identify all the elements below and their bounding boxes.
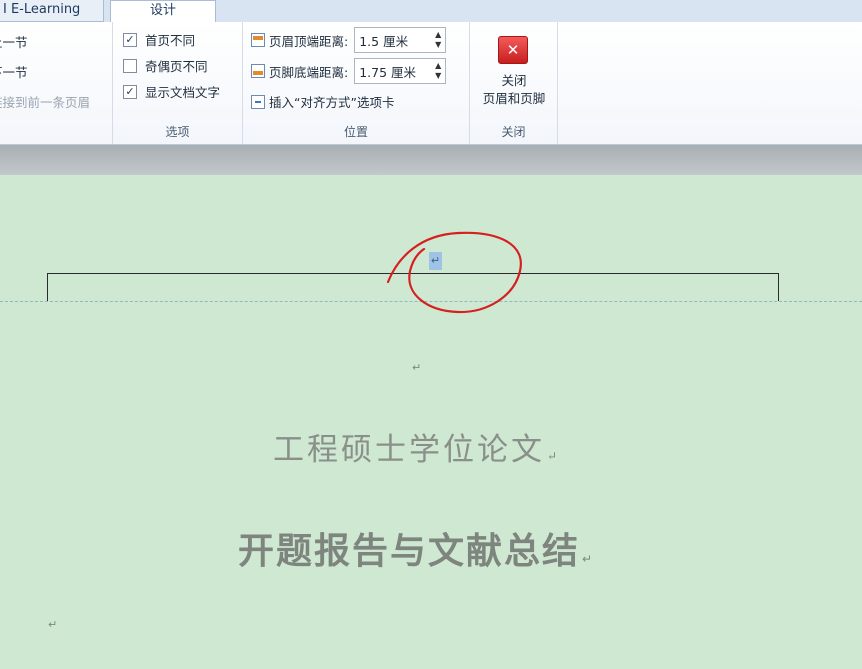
paragraph-mark: ↵	[48, 618, 58, 631]
ruler-band	[0, 145, 862, 175]
checkbox-unchecked-icon	[123, 58, 137, 73]
options-group: ✓ 首页不同 奇偶页不同 ✓ 显示文档文字 选项	[113, 22, 243, 144]
paragraph-mark: ↵	[581, 552, 593, 566]
footer-distance-input[interactable]: 1.75 厘米 ▲ ▼	[354, 58, 447, 84]
options-group-label: 选项	[165, 125, 190, 139]
header-distance-label: 页眉顶端距离:	[269, 33, 349, 49]
document-page[interactable]: ↵ ↵ 工程硕士学位论文 ↵ 开题报告与文献总结 ↵ ↵	[0, 175, 862, 669]
checkbox-checked-icon: ✓	[123, 84, 137, 99]
next-section-button[interactable]: 下一节	[0, 62, 28, 81]
position-group: 页眉顶端距离: 1.5 厘米 ▲ ▼ 页脚底端距离: 1.75 厘米 ▲ ▼ 插入“…	[243, 22, 470, 144]
close-group-label: 关闭	[501, 125, 526, 139]
footer-distance-row: 页脚底端距离: 1.75 厘米 ▲ ▼	[251, 58, 447, 84]
close-button-label-line1[interactable]: 关闭	[470, 72, 558, 90]
header-distance-row: 页眉顶端距离: 1.5 厘米 ▲ ▼	[251, 27, 447, 53]
footer-position-icon	[251, 64, 265, 78]
different-odd-even-label: 奇偶页不同	[145, 59, 208, 74]
navigation-group: 上一节 下一节 链接到前一条页眉	[0, 22, 113, 144]
insert-alignment-tab-label: 插入“对齐方式”选项卡	[269, 95, 395, 110]
red-circle-annotation	[386, 231, 522, 314]
header-distance-input[interactable]: 1.5 厘米 ▲ ▼	[354, 27, 447, 53]
position-group-label: 位置	[343, 125, 368, 139]
close-header-footer-icon[interactable]: ✕	[498, 36, 528, 64]
different-odd-even-checkbox[interactable]: 奇偶页不同	[123, 56, 208, 75]
tab-e-learning[interactable]: I E-Learning	[0, 0, 104, 22]
document-title-text: 工程硕士学位论文	[272, 432, 545, 468]
tab-design[interactable]: 设计	[110, 0, 216, 23]
paragraph-mark: ↵	[546, 449, 558, 463]
document-subtitle-text: 开题报告与文献总结	[237, 531, 580, 572]
show-document-text-checkbox[interactable]: ✓ 显示文档文字	[123, 82, 220, 101]
spinner-arrows-icon[interactable]: ▲ ▼	[435, 30, 441, 50]
close-button-label-line2[interactable]: 页眉和页脚	[470, 90, 558, 108]
document-subtitle[interactable]: 开题报告与文献总结 ↵	[0, 522, 830, 574]
ribbon: 上一节 下一节 链接到前一条页眉 ✓ 首页不同 奇偶页不同 ✓ 显示文档文字 选…	[0, 22, 862, 145]
ribbon-tab-strip: I E-Learning 设计	[0, 0, 862, 23]
insert-tab-icon	[251, 94, 265, 109]
close-group: ✕ 关闭 页眉和页脚 关闭	[470, 22, 558, 144]
header-position-icon	[251, 33, 265, 47]
spinner-arrows-icon[interactable]: ▲ ▼	[435, 61, 441, 81]
previous-section-button[interactable]: 上一节	[0, 32, 28, 51]
footer-distance-value: 1.75 厘米	[359, 64, 417, 80]
header-distance-value: 1.5 厘米	[359, 33, 409, 49]
link-to-previous-button[interactable]: 链接到前一条页眉	[0, 92, 90, 111]
show-document-text-label: 显示文档文字	[145, 85, 221, 100]
insert-alignment-tab-button[interactable]: 插入“对齐方式”选项卡	[251, 92, 394, 111]
different-first-page-label: 首页不同	[145, 33, 196, 48]
checkbox-checked-icon: ✓	[123, 32, 137, 47]
paragraph-mark: ↵	[412, 361, 422, 374]
document-title[interactable]: 工程硕士学位论文 ↵	[0, 424, 830, 469]
different-first-page-checkbox[interactable]: ✓ 首页不同	[123, 30, 195, 49]
footer-distance-label: 页脚底端距离:	[269, 64, 349, 80]
